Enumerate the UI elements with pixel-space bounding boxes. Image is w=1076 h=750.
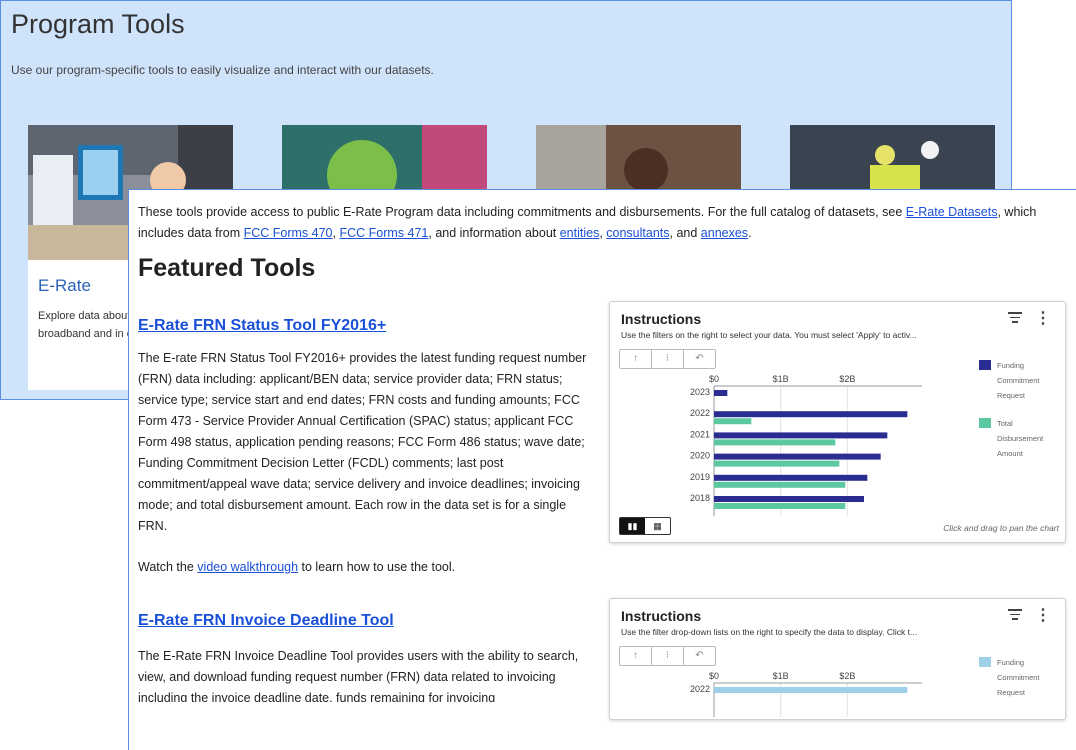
bar-1-2019 — [714, 481, 846, 488]
y-tick-label: 2018 — [690, 493, 710, 503]
intro-paragraph: These tools provide access to public E-R… — [138, 205, 1037, 240]
sort-icon[interactable]: ↑ — [620, 647, 652, 665]
bar-0-2022 — [714, 687, 908, 693]
view-toggle[interactable]: ▮▮ ▦ — [619, 517, 671, 535]
x-tick-label: $1B — [773, 374, 789, 384]
y-tick-label: 2020 — [690, 451, 710, 461]
chart-widget-invoice-deadline[interactable]: Instructions Use the filter drop-down li… — [609, 598, 1066, 720]
more-options-icon[interactable]: ⋮ — [1035, 311, 1051, 327]
featured-tools-heading: Featured Tools — [138, 254, 316, 282]
drill-icon[interactable]: ⁝ — [652, 647, 684, 665]
erate-tools-panel: These tools provide access to public E-R… — [128, 189, 1076, 750]
chart-widget-frn-status[interactable]: Instructions Use the filters on the righ… — [609, 301, 1066, 543]
page-title: Program Tools — [11, 9, 185, 39]
table-view-icon[interactable]: ▦ — [645, 518, 670, 534]
tool-link-invoice-deadline[interactable]: E-Rate FRN Invoice Deadline Tool — [138, 612, 394, 630]
tool-description-invoice-deadline: The E-Rate FRN Invoice Deadline Tool pro… — [138, 649, 579, 702]
bar-0-2019 — [714, 474, 868, 481]
link-consultants[interactable]: consultants — [606, 226, 669, 240]
widget-subtitle: Use the filter drop-down lists on the ri… — [621, 627, 918, 637]
y-tick-label: 2022 — [690, 684, 710, 694]
tile-image-2[interactable] — [282, 125, 487, 193]
y-tick-label: 2022 — [690, 408, 710, 418]
page-subtitle: Use our program-specific tools to easily… — [11, 63, 434, 77]
legend-swatch-funding — [979, 657, 991, 667]
y-tick-label: 2021 — [690, 429, 710, 439]
bar-0-2021 — [714, 432, 888, 439]
bar-0-2020 — [714, 453, 881, 460]
bar-1-2022 — [714, 418, 752, 425]
tile-image-4[interactable] — [790, 125, 995, 193]
x-tick-label: $2B — [839, 671, 855, 681]
link-annexes[interactable]: annexes — [701, 226, 748, 240]
bar-0-2022 — [714, 411, 908, 418]
chart-view-icon[interactable]: ▮▮ — [620, 518, 645, 534]
filter-icon[interactable] — [1007, 312, 1023, 326]
chart-toolbar: ↑ ⁝ ↶ — [619, 646, 716, 666]
chart-frn-status[interactable]: $0 $1B $2B 2023 2022 2021 2020 2019 2018 — [670, 370, 980, 516]
x-tick-label: $2B — [839, 374, 855, 384]
bar-0-2023 — [714, 390, 728, 396]
legend-swatch-disbursement — [979, 418, 991, 428]
y-tick-label: 2019 — [690, 472, 710, 482]
bar-0-2018 — [714, 496, 864, 502]
legend-disbursement[interactable]: Total Disbursement Amount — [997, 416, 1057, 461]
pan-hint: Click and drag to pan the chart — [943, 523, 1059, 533]
legend-swatch-funding — [979, 360, 991, 370]
link-entities[interactable]: entities — [560, 226, 600, 240]
undo-icon[interactable]: ↶ — [684, 350, 715, 368]
tool-link-frn-status[interactable]: E-Rate FRN Status Tool FY2016+ — [138, 317, 386, 335]
link-fcc-forms-470[interactable]: FCC Forms 470 — [244, 226, 333, 240]
walkthrough-text: Watch the video walkthrough to learn how… — [138, 560, 456, 574]
bar-1-2021 — [714, 439, 836, 446]
bar-1-2020 — [714, 460, 840, 467]
more-options-icon[interactable]: ⋮ — [1035, 608, 1051, 624]
widget-title: Instructions — [621, 311, 702, 327]
x-tick-label: $0 — [709, 374, 719, 384]
chart-invoice-deadline[interactable]: $0 $1B $2B 2022 — [670, 667, 980, 717]
tool-description-frn-status: The E-rate FRN Status Tool FY2016+ provi… — [138, 351, 587, 533]
erate-card-title[interactable]: E-Rate — [38, 276, 91, 296]
x-tick-label: $1B — [773, 671, 789, 681]
legend-funding[interactable]: Funding Commitment Request — [997, 358, 1057, 403]
sort-icon[interactable]: ↑ — [620, 350, 652, 368]
link-fcc-forms-471[interactable]: FCC Forms 471 — [339, 226, 428, 240]
link-erate-datasets[interactable]: E-Rate Datasets — [906, 205, 998, 219]
chart-toolbar: ↑ ⁝ ↶ — [619, 349, 716, 369]
widget-subtitle: Use the filters on the right to select y… — [621, 330, 917, 340]
bar-1-2018 — [714, 503, 846, 509]
legend-funding[interactable]: Funding Commitment Request — [997, 655, 1057, 700]
y-tick-label: 2023 — [690, 387, 710, 397]
x-tick-label: $0 — [709, 671, 719, 681]
drill-icon[interactable]: ⁝ — [652, 350, 684, 368]
link-video-walkthrough[interactable]: video walkthrough — [197, 560, 298, 574]
widget-title: Instructions — [621, 608, 702, 624]
undo-icon[interactable]: ↶ — [684, 647, 715, 665]
tile-image-3[interactable] — [536, 125, 741, 193]
filter-icon[interactable] — [1007, 609, 1023, 623]
